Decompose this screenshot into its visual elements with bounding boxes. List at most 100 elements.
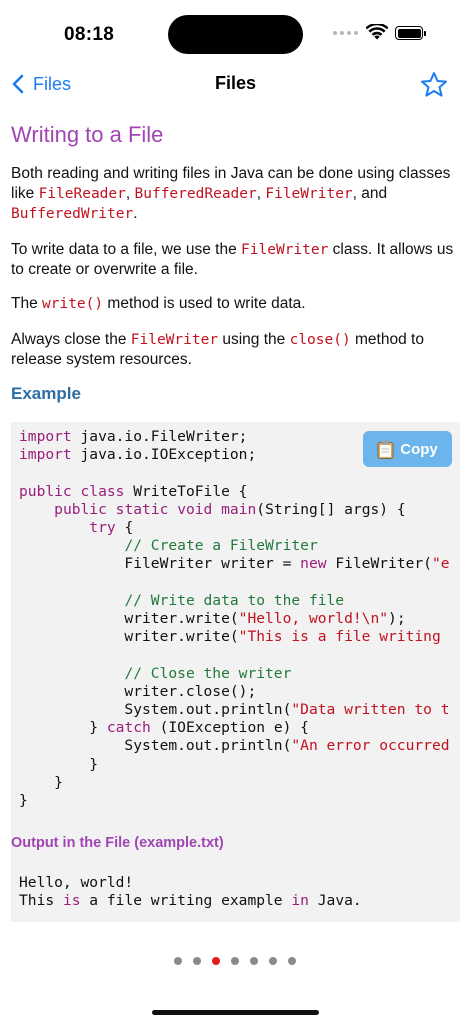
status-bar: 08:18 [0, 0, 471, 64]
paragraph-text: To write data to a file, we use the [11, 241, 242, 258]
code-token: writer.write( [19, 628, 239, 646]
navigation-bar: Files Files [0, 64, 471, 104]
code-token: writer.close(); [19, 682, 257, 700]
code-comment: // Create a FileWriter [124, 537, 318, 555]
code-keyword: void [177, 500, 213, 518]
copy-button-label: Copy [400, 440, 438, 458]
code-token: System.out.println( [19, 701, 292, 719]
copy-button[interactable]: Copy [363, 431, 452, 467]
page-dot[interactable] [288, 957, 296, 965]
code-token: } [19, 719, 107, 737]
page-dot[interactable] [212, 957, 220, 965]
code-token: writer.write( [19, 610, 239, 628]
code-token: java.io.FileWriter; [71, 428, 248, 445]
code-token: System.out.println( [19, 737, 292, 755]
inline-code: BufferedWriter [11, 206, 134, 222]
code-token: This [19, 892, 63, 910]
code-token: } [19, 792, 28, 810]
output-heading: Output in the File (example.txt) [11, 835, 224, 851]
dynamic-island [168, 15, 303, 54]
paragraph-filewriter: To write data to a file, we use the File… [11, 240, 463, 280]
favorite-button[interactable] [420, 71, 448, 103]
code-keyword: class [80, 482, 125, 500]
battery-icon [395, 26, 426, 40]
inline-code: FileReader [38, 186, 126, 202]
inline-code: close() [289, 332, 351, 348]
code-string: "This is a file writing [238, 628, 450, 646]
inline-code: FileWriter [241, 242, 329, 258]
nav-title: Files [214, 73, 257, 93]
cellular-signal-icon [333, 31, 358, 35]
code-keyword: public [19, 482, 72, 500]
code-text: import java.io.FileWriter; import java.i… [19, 428, 450, 810]
output-text: Hello, world! This is a file writing exa… [19, 874, 362, 910]
page-dot[interactable] [231, 957, 239, 965]
inline-code: FileWriter [130, 332, 219, 348]
paragraph-close: Always close the FileWriter using the cl… [11, 330, 463, 370]
code-comment: // Write data to the file [124, 591, 345, 609]
code-token: { [115, 519, 134, 537]
paragraph-intro: Both reading and writing files in Java c… [11, 164, 463, 224]
home-indicator[interactable] [152, 1010, 319, 1015]
star-icon [421, 72, 447, 97]
code-token: java.io.IOException; [71, 446, 257, 464]
code-string: "An error occurred [291, 737, 450, 755]
code-string: "Data written to t [291, 701, 450, 719]
example-heading: Example [11, 384, 81, 403]
code-token: ); [388, 610, 406, 628]
code-keyword: import [19, 428, 72, 445]
code-token: WriteToFile { [124, 482, 248, 500]
code-keyword: try [89, 519, 116, 537]
paragraph-text: , and [352, 185, 388, 202]
page-dot[interactable] [174, 957, 182, 965]
code-keyword: catch [106, 719, 151, 737]
code-token: Hello, world! [19, 874, 134, 891]
paragraph-text: Always close the [11, 331, 131, 348]
wifi-icon [366, 24, 388, 40]
code-token: } [19, 773, 63, 791]
status-icons [333, 24, 433, 44]
code-token: Java. [308, 892, 362, 910]
paragraph-write-method: The write() method is used to write data… [11, 294, 463, 314]
code-keyword: is [62, 892, 81, 910]
inline-code: FileWriter [265, 186, 353, 202]
code-keyword: static [115, 500, 169, 518]
code-token: a file writing example [80, 892, 292, 910]
page-dot[interactable] [193, 957, 201, 965]
lesson-title: Writing to a File [11, 122, 164, 147]
code-string: "Hello, world!\n" [238, 610, 389, 628]
clipboard-icon [377, 440, 394, 459]
inline-code: write() [42, 296, 104, 312]
paragraph-text: . [133, 205, 138, 222]
page-dot[interactable] [269, 957, 277, 965]
code-keyword: in [291, 892, 309, 910]
page-indicator[interactable] [174, 957, 296, 965]
paragraph-text: , [125, 185, 135, 202]
code-token: } [19, 755, 99, 773]
code-keyword: main [221, 500, 257, 518]
page-dot[interactable] [250, 957, 258, 965]
paragraph-text: The [11, 295, 43, 312]
code-keyword: new [300, 555, 327, 573]
inline-code: BufferedReader [134, 186, 257, 202]
code-token: FileWriter( [326, 555, 432, 573]
code-token: FileWriter writer = [19, 555, 301, 573]
code-comment: // Close the writer [124, 664, 292, 682]
code-keyword: import [19, 446, 72, 464]
code-token: (IOException e) { [150, 719, 309, 737]
paragraph-text: method is used to write data. [103, 295, 306, 312]
paragraph-text: using the [218, 331, 290, 348]
code-keyword: public [54, 500, 107, 518]
output-block[interactable]: Hello, world! This is a file writing exa… [11, 867, 460, 918]
status-time: 08:18 [64, 24, 115, 45]
code-string: "e [431, 555, 450, 573]
